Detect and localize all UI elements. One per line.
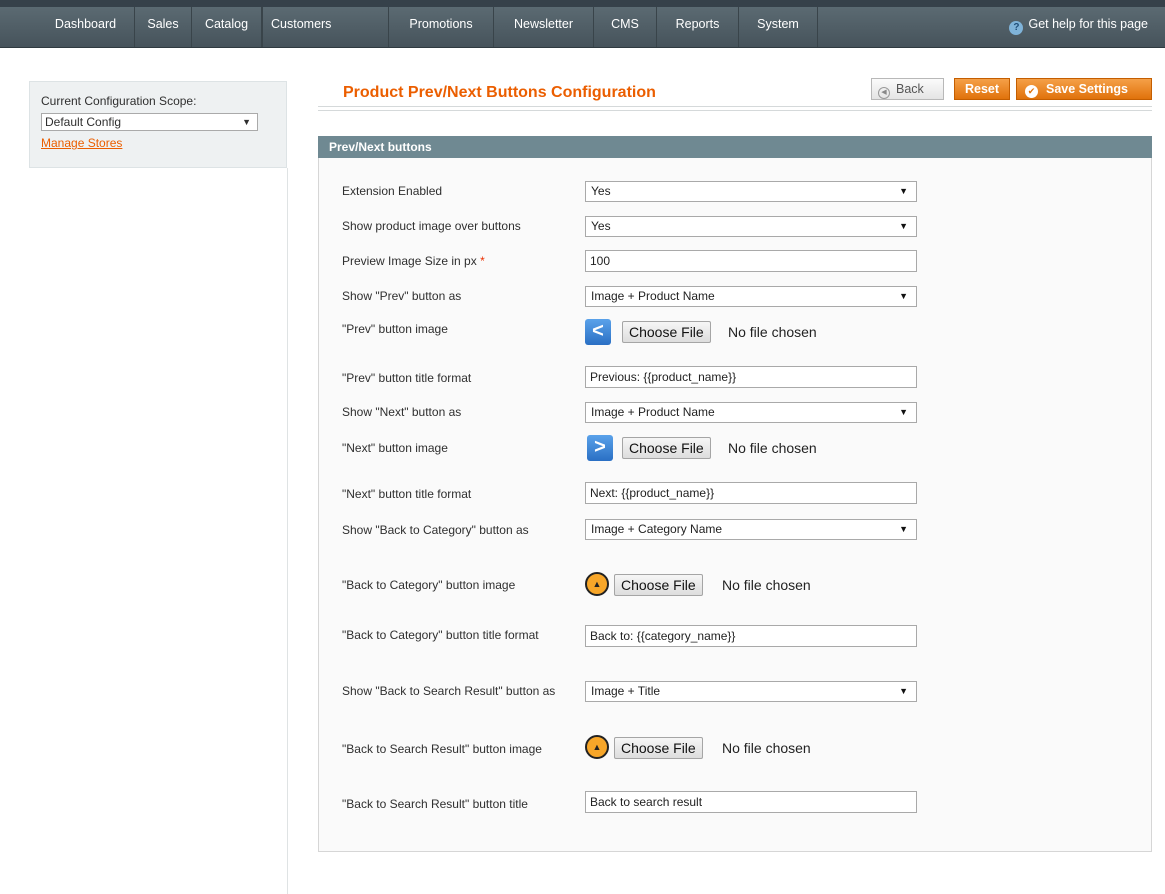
dropdown-arrow-icon: ▼ — [899, 291, 908, 301]
nav-customers[interactable]: Customers — [262, 7, 389, 47]
show-next-label: Show "Next" button as — [342, 405, 462, 419]
dropdown-arrow-icon: ▼ — [899, 221, 908, 231]
manage-stores-link[interactable]: Manage Stores — [41, 136, 122, 150]
nav-label: Newsletter — [513, 17, 574, 31]
select-value: Image + Product Name — [591, 405, 715, 419]
nav-label: Dashboard — [54, 17, 117, 31]
preview-size-label: Preview Image Size in px * — [342, 252, 557, 270]
check-icon: ✔ — [1025, 85, 1038, 98]
nav-label: CMS — [611, 17, 639, 31]
section-header[interactable]: Prev/Next buttons — [318, 136, 1152, 158]
page-title: Product Prev/Next Buttons Configuration — [343, 84, 656, 101]
next-title-label: "Next" button title format — [342, 487, 472, 501]
show-prev-select[interactable]: Image + Product Name ▼ — [585, 286, 917, 307]
prev-arrow-icon: < — [585, 319, 611, 345]
show-image-label: Show product image over buttons — [342, 219, 521, 233]
up-arrow-icon: ▲ — [585, 572, 609, 596]
back-category-image-label: "Back to Category" button image — [342, 578, 516, 592]
prev-choose-file-button[interactable]: Choose File — [622, 321, 711, 343]
reset-label: Reset — [964, 82, 1000, 96]
scope-select[interactable]: Default Config ▼ — [41, 113, 258, 131]
help-link[interactable]: ? Get help for this page — [1009, 7, 1148, 47]
nav-catalog[interactable]: Catalog — [192, 7, 262, 47]
back-search-file-status: No file chosen — [722, 740, 811, 756]
help-label: Get help for this page — [1028, 17, 1148, 31]
show-back-search-label: Show "Back to Search Result" button as — [342, 684, 556, 698]
select-value: Image + Product Name — [591, 289, 715, 303]
back-category-choose-file-button[interactable]: Choose File — [614, 574, 703, 596]
save-settings-button[interactable]: ✔ Save Settings — [1016, 78, 1152, 100]
nav-label: System — [757, 17, 799, 31]
next-choose-file-button[interactable]: Choose File — [622, 437, 711, 459]
show-back-category-select[interactable]: Image + Category Name ▼ — [585, 519, 917, 540]
back-category-image-file: ▲ Choose File No file chosen — [585, 572, 845, 598]
scope-label: Current Configuration Scope: — [41, 94, 197, 108]
nav-label: Promotions — [409, 17, 473, 31]
show-back-search-select[interactable]: Image + Title ▼ — [585, 681, 917, 702]
title-divider — [318, 106, 1152, 111]
show-image-select[interactable]: Yes ▼ — [585, 216, 917, 237]
back-category-title-label: "Back to Category" button title format — [342, 628, 539, 642]
back-search-title-input[interactable]: Back to search result — [585, 791, 917, 813]
nav-cms[interactable]: CMS — [594, 7, 657, 47]
preview-size-text: Preview Image Size in px — [342, 254, 477, 268]
nav-label: Reports — [675, 17, 720, 31]
nav-dashboard[interactable]: Dashboard — [37, 7, 135, 47]
select-value: Image + Category Name — [591, 522, 723, 536]
top-strip — [0, 0, 1165, 7]
nav-sales[interactable]: Sales — [135, 7, 192, 47]
next-file-status: No file chosen — [728, 440, 817, 456]
show-back-category-label: Show "Back to Category" button as — [342, 523, 529, 537]
up-arrow-icon: ▲ — [585, 735, 609, 759]
sidebar-divider — [287, 168, 288, 894]
save-label: Save Settings — [1046, 82, 1128, 96]
nav-reports[interactable]: Reports — [657, 7, 739, 47]
back-arrow-icon: ◀ — [878, 87, 890, 99]
back-search-title-label: "Back to Search Result" button title — [342, 797, 528, 811]
back-search-choose-file-button[interactable]: Choose File — [614, 737, 703, 759]
extension-enabled-select[interactable]: Yes ▼ — [585, 181, 917, 202]
extension-enabled-label: Extension Enabled — [342, 184, 443, 198]
next-title-input[interactable]: Next: {{product_name}} — [585, 482, 917, 504]
back-label: Back — [896, 82, 924, 96]
nav-label: Sales — [147, 17, 179, 31]
prev-image-file: < Choose File No file chosen — [585, 319, 845, 345]
scope-value: Default Config — [45, 115, 122, 129]
back-search-image-file: ▲ Choose File No file chosen — [585, 735, 845, 761]
required-mark: * — [480, 254, 485, 268]
next-image-label: "Next" button image — [342, 441, 448, 455]
scope-panel: Current Configuration Scope: Default Con… — [29, 81, 287, 168]
dropdown-arrow-icon: ▼ — [899, 407, 908, 417]
prev-title-label: "Prev" button title format — [342, 371, 472, 385]
prev-file-status: No file chosen — [728, 324, 817, 340]
next-arrow-icon: > — [587, 435, 613, 461]
back-category-file-status: No file chosen — [722, 577, 811, 593]
show-prev-label: Show "Prev" button as — [342, 289, 462, 303]
nav-label: Customers — [271, 17, 332, 31]
dropdown-arrow-icon: ▼ — [899, 686, 908, 696]
select-value: Yes — [591, 219, 611, 233]
main-nav: Dashboard Sales Catalog Customers Promot… — [0, 7, 1165, 48]
back-search-image-label: "Back to Search Result" button image — [342, 742, 542, 756]
prev-title-input[interactable]: Previous: {{product_name}} — [585, 366, 917, 388]
nav-promotions[interactable]: Promotions — [389, 7, 494, 47]
prev-image-label: "Prev" button image — [342, 322, 448, 336]
show-next-select[interactable]: Image + Product Name ▼ — [585, 402, 917, 423]
select-value: Image + Title — [591, 684, 661, 698]
next-image-file: > Choose File No file chosen — [585, 435, 845, 461]
back-category-title-input[interactable]: Back to: {{category_name}} — [585, 625, 917, 647]
nav-label: Catalog — [204, 17, 249, 31]
select-value: Yes — [591, 184, 611, 198]
nav-newsletter[interactable]: Newsletter — [494, 7, 594, 47]
dropdown-arrow-icon: ▼ — [899, 186, 908, 196]
question-circle-icon: ? — [1009, 21, 1024, 35]
dropdown-arrow-icon: ▼ — [242, 117, 251, 127]
preview-size-input[interactable]: 100 — [585, 250, 917, 272]
dropdown-arrow-icon: ▼ — [899, 524, 908, 534]
reset-button[interactable]: Reset — [954, 78, 1010, 100]
back-button[interactable]: ◀ Back — [871, 78, 944, 100]
nav-system[interactable]: System — [739, 7, 818, 47]
